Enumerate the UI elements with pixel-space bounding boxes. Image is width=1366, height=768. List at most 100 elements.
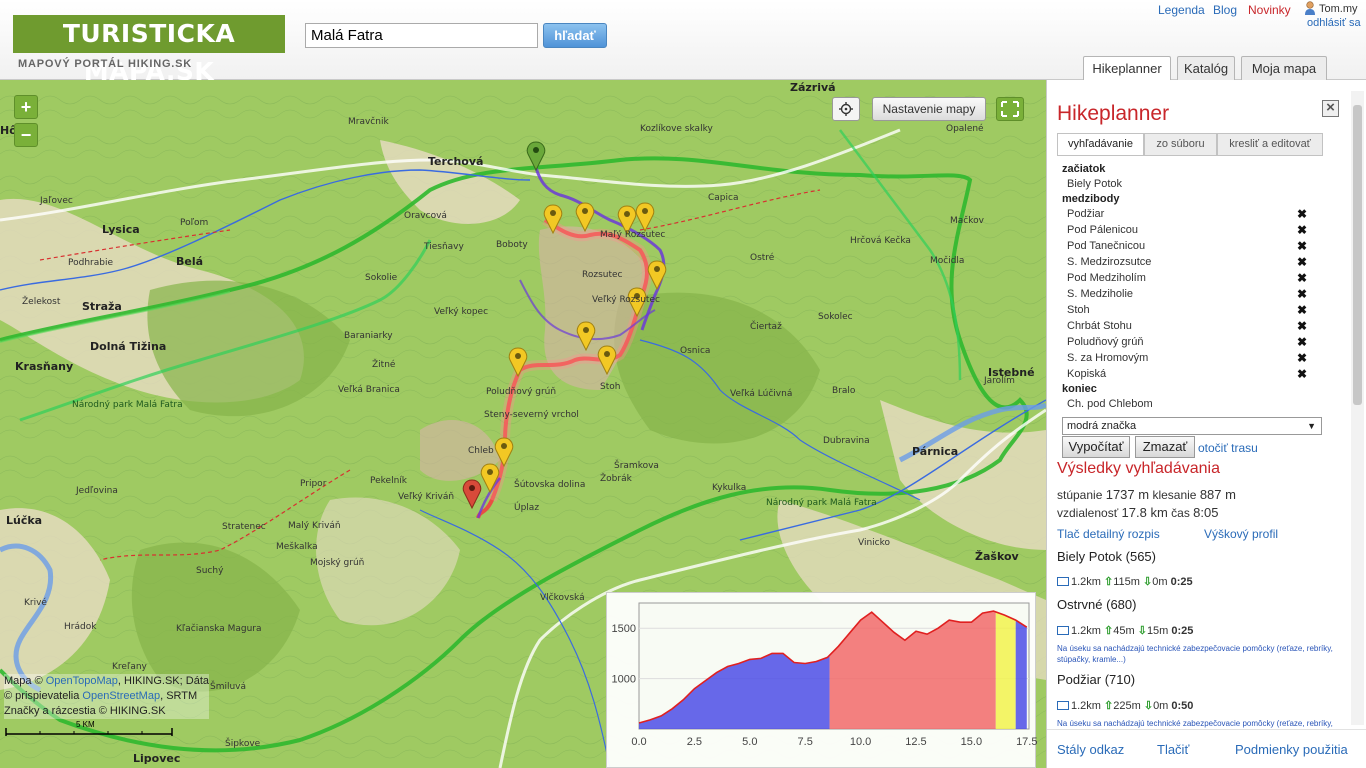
tab-hikeplanner[interactable]: Hikeplanner: [1083, 56, 1171, 81]
arrow-down-icon: ⇩: [1137, 625, 1147, 637]
remove-via-icon[interactable]: ✖: [1297, 239, 1307, 253]
zoom-in-button[interactable]: +: [14, 95, 38, 119]
via-heading: medzibody: [1062, 193, 1120, 205]
map-attribution: Mapa © OpenTopoMap, HIKING.SK; Dáta © pr…: [4, 674, 209, 719]
segment-title: Biely Potok (565): [1057, 549, 1156, 564]
map-scale-bar: 5 KM: [4, 720, 174, 738]
remove-via-icon[interactable]: ✖: [1297, 207, 1307, 221]
place-label: Dolná Tižina: [90, 340, 167, 353]
distance-time-stat: vzdialenosť 17.8 km čas 8:05: [1057, 505, 1219, 520]
opentopomap-link[interactable]: OpenTopoMap: [46, 675, 118, 687]
remove-via-icon[interactable]: ✖: [1297, 223, 1307, 237]
via-point[interactable]: S. Medziholie: [1067, 288, 1133, 300]
via-point[interactable]: Chrbát Stohu: [1067, 320, 1132, 332]
place-label: Sokolec: [818, 312, 853, 322]
remove-via-icon[interactable]: ✖: [1297, 319, 1307, 333]
subtab-draw-edit[interactable]: kresliť a editovať: [1217, 133, 1323, 156]
via-point[interactable]: Stoh: [1067, 304, 1090, 316]
locate-button[interactable]: [832, 97, 860, 121]
y-tick-label: 1500: [612, 623, 636, 635]
road-icon: [1057, 626, 1069, 635]
place-label: Belá: [176, 255, 204, 268]
print-link[interactable]: Tlačiť: [1157, 742, 1189, 757]
place-label: Opalené: [946, 124, 984, 134]
x-tick-label: 17.5: [1016, 736, 1037, 748]
elevation-profile-chart[interactable]: 0.0 2.5 5.0 7.5 10.0 12.5 15.0 17.5 1500 1000: [606, 592, 1037, 768]
remove-via-icon[interactable]: ✖: [1297, 303, 1307, 317]
trail-mark-value: modrá značka: [1067, 420, 1137, 432]
via-point[interactable]: Pod Tanečnicou: [1067, 240, 1145, 252]
fullscreen-button[interactable]: [996, 97, 1024, 121]
search-button[interactable]: hľadať: [543, 23, 607, 48]
results-title: Výsledky vyhľadávania: [1057, 460, 1220, 477]
tab-catalog[interactable]: Katalóg: [1177, 56, 1235, 80]
map-view[interactable]: Terchová Zázrivá Lysica Belá Straža Doln…: [0, 80, 1046, 768]
remove-via-icon[interactable]: ✖: [1297, 255, 1307, 269]
x-tick-label: 7.5: [798, 736, 813, 748]
calculate-button[interactable]: Vypočítať: [1062, 436, 1130, 458]
via-point[interactable]: Poludňový grúň: [1067, 336, 1143, 348]
via-point[interactable]: S. Medzirozsutce: [1067, 256, 1151, 268]
via-point[interactable]: Kopiská: [1067, 368, 1106, 380]
arrow-down-icon: ⇩: [1143, 700, 1154, 712]
attribution-text: , HIKING.SK; Dáta: [117, 675, 209, 687]
place-label: Mravčnik: [348, 117, 389, 127]
permalink-link[interactable]: Stály odkaz: [1057, 742, 1124, 757]
place-label: Steny-severný vrchol: [484, 410, 579, 420]
via-point[interactable]: S. za Hromovým: [1067, 352, 1148, 364]
remove-via-icon[interactable]: ✖: [1297, 287, 1307, 301]
place-label: Pekelník: [370, 476, 407, 486]
logout-link[interactable]: odhlásiť sa: [1307, 17, 1361, 29]
segment-title: Podžiar (710): [1057, 672, 1136, 687]
start-point[interactable]: Biely Potok: [1067, 178, 1122, 190]
place-label: Poludňový grúň: [486, 387, 557, 397]
remove-via-icon[interactable]: ✖: [1297, 367, 1307, 381]
elevation-profile-link[interactable]: Výškový profil: [1204, 527, 1278, 541]
x-tick-label: 15.0: [961, 736, 982, 748]
place-label: Boboty: [496, 240, 528, 250]
remove-via-icon[interactable]: ✖: [1297, 271, 1307, 285]
place-label: Suchý: [196, 566, 224, 576]
reverse-route-link[interactable]: otočiť trasu: [1198, 441, 1258, 455]
search-input[interactable]: [305, 23, 538, 48]
zoom-out-button[interactable]: −: [14, 123, 38, 147]
map-settings-button[interactable]: Nastavenie mapy: [872, 97, 986, 121]
place-label: Hrčová Kečka: [850, 236, 911, 246]
place-label: Straža: [82, 300, 122, 313]
elevation-chart-svg: 0.0 2.5 5.0 7.5 10.0 12.5 15.0 17.5 1500 1000: [612, 602, 1037, 748]
end-point[interactable]: Ch. pod Chlebom: [1067, 398, 1153, 410]
place-label: Hrádok: [64, 622, 97, 632]
print-detail-link[interactable]: Tlač detailný rozpis: [1057, 527, 1160, 541]
clear-button[interactable]: Zmazať: [1135, 436, 1195, 458]
place-label: Sokolie: [365, 273, 398, 283]
subtab-search[interactable]: vyhľadávanie: [1057, 133, 1144, 156]
place-label: Žitné: [372, 360, 396, 370]
legend-link[interactable]: Legenda: [1158, 3, 1205, 17]
place-label: Národný park Malá Fatra: [72, 400, 183, 410]
blog-link[interactable]: Blog: [1213, 3, 1237, 17]
panel-scrollbar[interactable]: [1351, 91, 1364, 725]
tab-my-map[interactable]: Moja mapa: [1241, 56, 1327, 80]
trail-mark-select[interactable]: modrá značka ▼: [1062, 417, 1322, 435]
via-point[interactable]: Pod Pálenicou: [1067, 224, 1138, 236]
openstreetmap-link[interactable]: OpenStreetMap: [82, 690, 160, 702]
news-link[interactable]: Novinky: [1248, 3, 1291, 17]
x-tick-label: 10.0: [850, 736, 871, 748]
place-label: Vinicko: [858, 538, 891, 548]
remove-via-icon[interactable]: ✖: [1297, 351, 1307, 365]
place-label: Stratenec: [222, 522, 266, 532]
remove-via-icon[interactable]: ✖: [1297, 335, 1307, 349]
user-name[interactable]: Tom.my: [1319, 3, 1358, 15]
x-tick-label: 5.0: [742, 736, 757, 748]
close-panel-button[interactable]: ×: [1322, 100, 1339, 117]
site-logo[interactable]: TURISTICKA MAPA.SK: [13, 15, 285, 86]
via-point[interactable]: Podžiar: [1067, 208, 1104, 220]
segment-row: 1.2km ⇧225m ⇩0m 0:50: [1057, 699, 1193, 712]
ascent-descent-stat: stúpanie 1737 m klesanie 887 m: [1057, 487, 1236, 502]
place-label: Jaľovec: [40, 196, 73, 206]
place-label: Krasňany: [15, 360, 74, 373]
scroll-thumb[interactable]: [1353, 105, 1362, 405]
terms-link[interactable]: Podmienky použitia: [1235, 742, 1348, 757]
subtab-from-file[interactable]: zo súboru: [1144, 133, 1217, 156]
via-point[interactable]: Pod Medziholím: [1067, 272, 1146, 284]
